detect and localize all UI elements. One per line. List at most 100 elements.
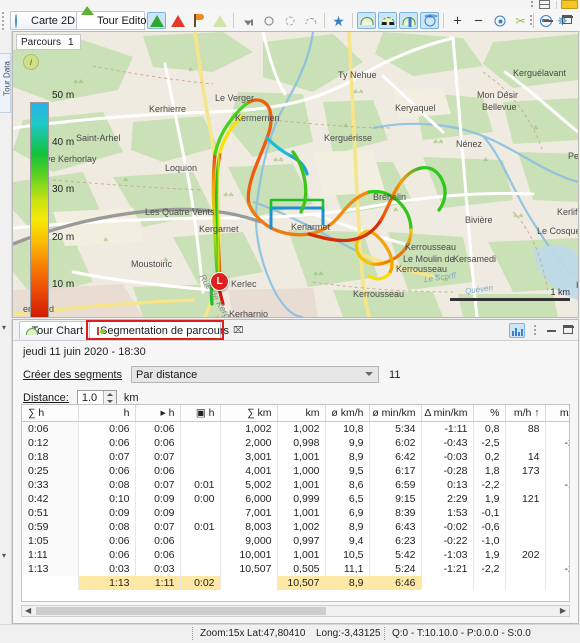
tab-tour-editor-label: Tour Editor: [97, 14, 151, 27]
circle-point-button[interactable]: [259, 12, 278, 29]
table-row[interactable]: 0:33 0:08 0:07 0:01 5,002 1,001 8,6 6:59 0:13 -2,…: [22, 478, 569, 492]
toolbar-drag-handle[interactable]: [2, 12, 6, 34]
info-icon[interactable]: i: [23, 54, 39, 70]
cut-track-button[interactable]: ✂: [511, 12, 530, 29]
map-panel[interactable]: ☘☘ ☘ ☘☘ ☘ ☘☘ ☘ ☘ ☘☘ ☘ ☘☘ ☘ ☘☘ ☘ ☘ ☘ ☘☘ L…: [12, 31, 579, 318]
minimize-icon[interactable]: [547, 330, 556, 332]
scroll-right-icon[interactable]: ▶: [560, 607, 566, 615]
dashed-circle-button[interactable]: [280, 12, 299, 29]
zoom-out-button[interactable]: −: [469, 12, 488, 29]
scroll-left-icon[interactable]: ◀: [25, 607, 31, 615]
cell-time: 0:09: [78, 506, 136, 520]
dashed-arc-button[interactable]: [301, 12, 320, 29]
vertical-dots-icon[interactable]: [530, 15, 533, 27]
table-horizontal-scrollbar[interactable]: ◀ ▶: [21, 605, 570, 617]
tab-segmentation[interactable]: Segmentation de parcours ⌧: [89, 321, 243, 339]
zoom-in-button[interactable]: +: [448, 12, 467, 29]
cell-km: 1,001: [277, 450, 326, 464]
cell-sum_time: 0:42: [22, 492, 79, 506]
red-triangle-button[interactable]: [168, 12, 187, 29]
column-header-delta-pace[interactable]: Δ min/km: [421, 405, 474, 422]
map-canvas[interactable]: ☘☘ ☘ ☘☘ ☘ ☘☘ ☘ ☘ ☘☘ ☘ ☘☘ ☘ ☘☘ ☘ ☘ ☘ ☘☘ L…: [13, 32, 578, 317]
chevron-down-icon-2[interactable]: ▾: [2, 551, 6, 560]
map-label-21: Pen M: [568, 151, 578, 161]
table-row[interactable]: 0:42 0:10 0:09 0:00 6,000 0,999 6,5 9:15 2:29 1,9…: [22, 492, 569, 506]
cell-moving: 0:06: [135, 534, 181, 548]
table-row[interactable]: 1:13 0:03 0:03 10,507 0,505 11,1 5:24 -1:21 -2,2…: [22, 562, 569, 576]
scrollbar-thumb[interactable]: [36, 607, 326, 615]
cell-pause: [180, 562, 221, 576]
maximize-icon[interactable]: [562, 15, 573, 24]
column-header-ascent-rate[interactable]: m/h ↑: [505, 405, 546, 422]
center-target-button[interactable]: [490, 12, 509, 29]
profile-ellipse-button[interactable]: [420, 12, 439, 29]
chevron-down-icon[interactable]: ▾: [2, 323, 6, 332]
cell-moving: 0:07: [135, 478, 181, 492]
cell-pct: 0,8: [473, 421, 506, 436]
close-icon[interactable]: ⌧: [233, 325, 243, 336]
table-row[interactable]: 0:25 0:06 0:06 4,001 1,000 9,5 6:17 -0:28 1,8 173: [22, 464, 569, 478]
drop-point-button[interactable]: [238, 12, 257, 29]
cell-sum_km: 2,000: [220, 436, 278, 450]
cell-avg_minkm: 5:34: [369, 421, 422, 436]
stepper-buttons[interactable]: [102, 391, 116, 405]
favorite-button[interactable]: ★: [329, 12, 348, 29]
cell-time: 0:07: [78, 450, 136, 464]
segment-count: 11: [389, 368, 401, 381]
total-pause: 0:02: [180, 576, 221, 590]
ellipse-icon: [424, 14, 437, 26]
column-header-pause-time[interactable]: ▣ h: [180, 405, 221, 422]
hill-split-icon: [402, 16, 415, 27]
table-row[interactable]: 0:18 0:07 0:07 3,001 1,001 8,9 6:42 -0:03 0,2 14: [22, 450, 569, 464]
maximize-icon[interactable]: [563, 325, 574, 334]
cell-km: 1,002: [277, 520, 326, 534]
minimize-icon[interactable]: [544, 20, 553, 22]
table-row[interactable]: 0:06 0:06 0:06 1,002 1,002 10,8 5:34 -1:11 0,8 88: [22, 421, 569, 436]
column-header-moving-time[interactable]: ▸ h: [135, 405, 181, 422]
flag-button[interactable]: [189, 12, 208, 29]
cell-up: 88: [505, 421, 546, 436]
table-row[interactable]: 1:050:060:069,0000,9979,46:23-0:22-1,0-9…: [22, 534, 569, 548]
column-header-avg-pace[interactable]: ø min/km: [369, 405, 422, 422]
column-header-avg-speed[interactable]: ø km/h: [325, 405, 370, 422]
total-moving: 1:11: [135, 576, 181, 590]
cell-time: 0:03: [78, 562, 136, 576]
profile-split-button[interactable]: [399, 12, 418, 29]
gps-track-overlay: [209, 98, 447, 306]
cell-avg_minkm: 9:15: [369, 492, 422, 506]
track-start-marker[interactable]: L: [210, 272, 229, 291]
cell-time: 0:06: [78, 464, 136, 478]
table-row[interactable]: 0:120:060:062,0000,9989,96:02-0:43-2,5-2…: [22, 436, 569, 450]
table-icon[interactable]: [539, 0, 550, 9]
tab-tour-editor[interactable]: Tour Editor: [76, 11, 150, 30]
column-header-sum-time[interactable]: ∑ h: [22, 405, 79, 422]
column-header-percent[interactable]: %: [473, 405, 506, 422]
chart-toggle-button[interactable]: [509, 323, 525, 338]
profile-hill-button[interactable]: [357, 12, 376, 29]
cell-up: 14: [505, 450, 546, 464]
vertical-dots-icon[interactable]: [534, 325, 537, 337]
cell-up: 202: [505, 548, 546, 562]
table-row[interactable]: 1:11 0:06 0:06 10,001 1,001 10,5 5:42 -1:03 1,9 2…: [22, 548, 569, 562]
left-rail-tab[interactable]: Tour Data: [0, 53, 12, 113]
cell-down: [545, 450, 569, 464]
map-label-5: Kergarnet: [199, 224, 239, 234]
cell-time: 0:08: [78, 478, 136, 492]
table-row[interactable]: 0:510:090:097,0011,0016,98:391:53-0,1-6: [22, 506, 569, 520]
table-row[interactable]: 0:59 0:08 0:07 0:01 8,003 1,002 8,9 6:43 -0:02 -0…: [22, 520, 569, 534]
column-header-distance[interactable]: km: [277, 405, 326, 422]
column-header-descent-rate[interactable]: m/h ↓: [545, 405, 569, 422]
table-header-row[interactable]: ∑ h h ▸ h ▣ h ∑ km km ø km/h ø min/km Δ min/km% m…: [22, 405, 569, 422]
segments-table-container[interactable]: ∑ h h ▸ h ▣ h ∑ km km ø km/h ø min/km Δ min/km% m…: [21, 404, 570, 602]
column-header-sum-distance[interactable]: ∑ km: [220, 405, 278, 422]
create-segments-select[interactable]: Par distance: [131, 366, 380, 383]
column-header-time[interactable]: h: [78, 405, 136, 422]
map-label-24: Le Cosquer: [537, 226, 578, 236]
vertical-dots-icon[interactable]: [531, 1, 534, 11]
folder-icon[interactable]: [561, 0, 578, 9]
map-label-14: Bréhelin: [373, 192, 407, 202]
green-triangle-button[interactable]: [147, 12, 166, 29]
tab-tour-chart[interactable]: Tour Chart: [19, 321, 90, 339]
pale-triangle-button[interactable]: [210, 12, 229, 29]
profile-hill-dashed-button[interactable]: [378, 12, 397, 29]
